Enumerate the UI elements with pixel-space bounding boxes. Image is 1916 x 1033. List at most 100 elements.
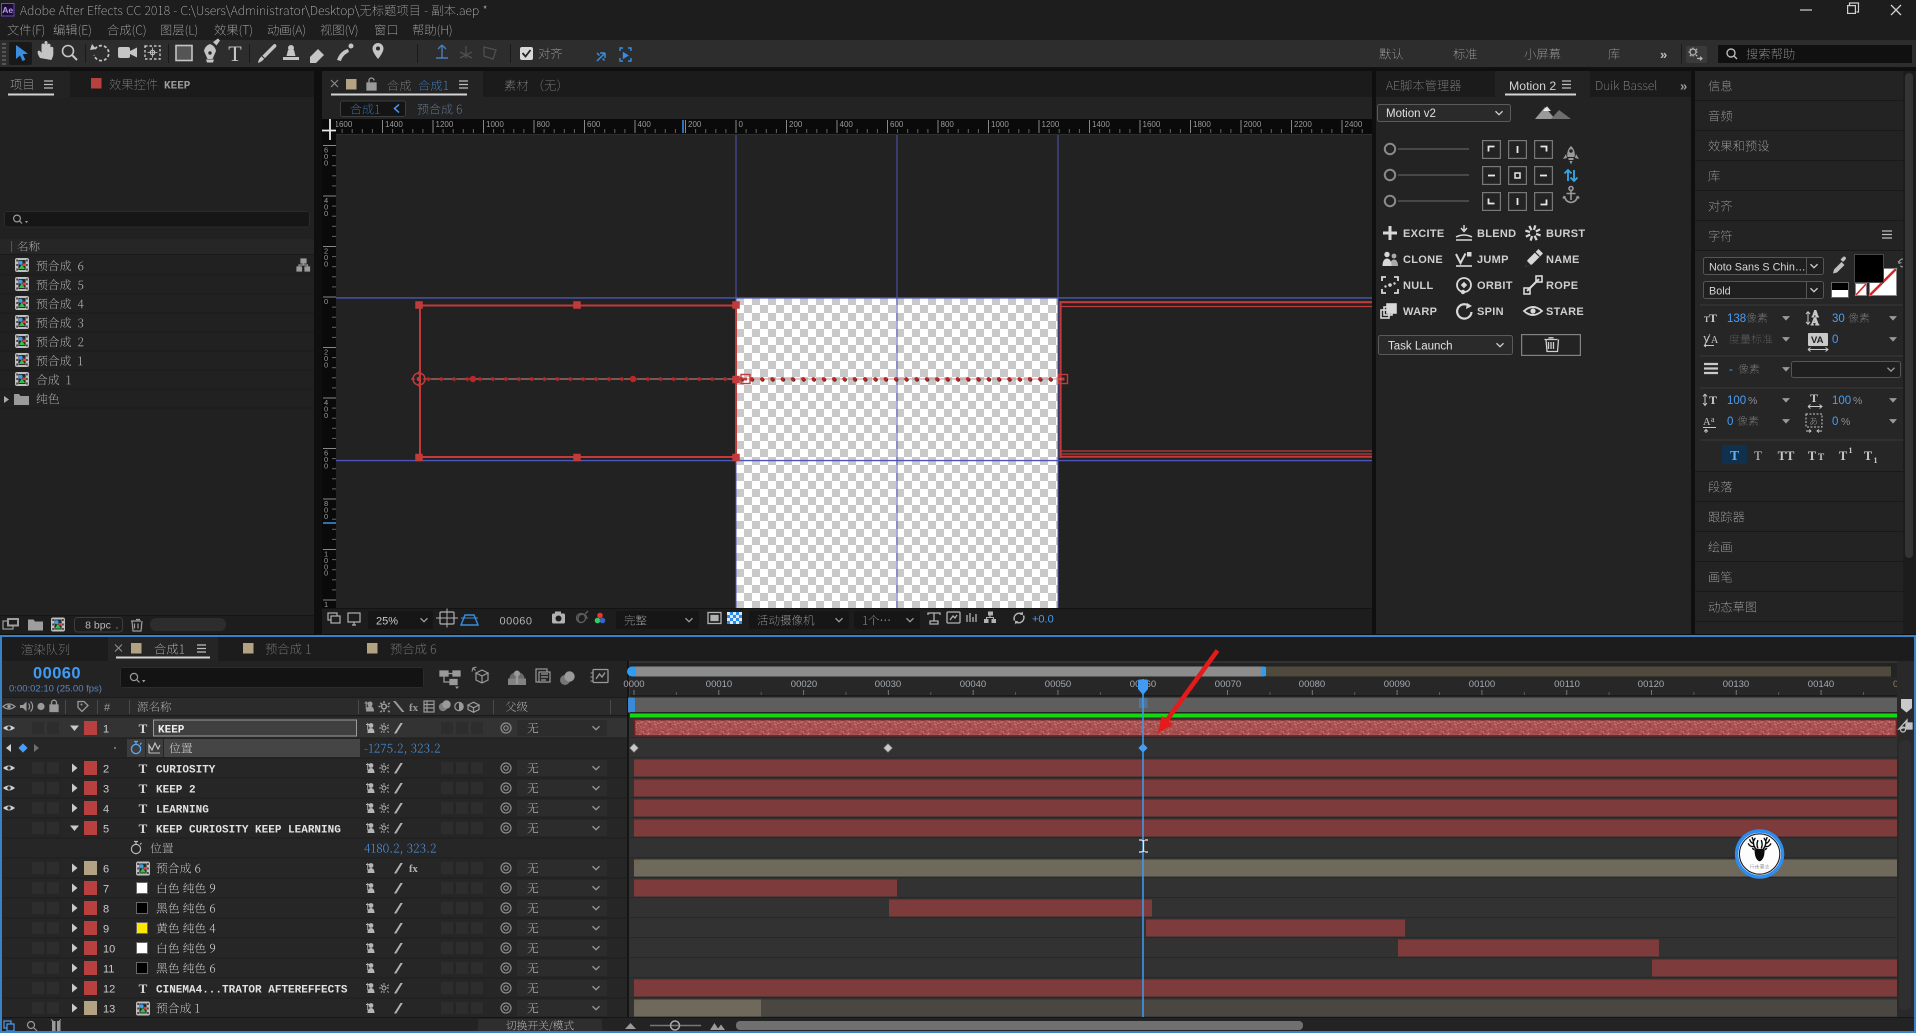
svg-text:9: 9 bbox=[103, 924, 109, 936]
svg-text:JUMP: JUMP bbox=[1477, 254, 1509, 266]
svg-text:CURIOSITY: CURIOSITY bbox=[156, 765, 216, 777]
svg-text:fx: fx bbox=[409, 864, 418, 875]
svg-text:0: 0 bbox=[324, 158, 328, 167]
svg-text:8 bpc: 8 bpc bbox=[85, 620, 111, 632]
svg-text:1: 1 bbox=[1849, 446, 1853, 455]
svg-text:.: . bbox=[116, 620, 119, 632]
svg-text:0: 0 bbox=[324, 461, 328, 470]
svg-text:1400: 1400 bbox=[385, 120, 403, 129]
svg-text:00120: 00120 bbox=[1638, 679, 1664, 690]
svg-text:0: 0 bbox=[1727, 416, 1733, 428]
svg-text:0: 0 bbox=[324, 209, 328, 218]
svg-text:200: 200 bbox=[688, 120, 702, 129]
svg-text:T: T bbox=[228, 41, 242, 66]
svg-text:1200: 1200 bbox=[436, 120, 454, 129]
svg-text:100: 100 bbox=[1832, 395, 1851, 407]
svg-text:CLONE: CLONE bbox=[1403, 254, 1443, 266]
svg-text:00030: 00030 bbox=[875, 679, 901, 690]
svg-text:00100: 00100 bbox=[1469, 679, 1495, 690]
svg-text:Noto Sans S Chin…: Noto Sans S Chin… bbox=[1709, 262, 1806, 274]
svg-text:13: 13 bbox=[103, 1004, 115, 1016]
svg-text:-: - bbox=[1729, 364, 1733, 376]
svg-text:2200: 2200 bbox=[1294, 120, 1312, 129]
svg-text:00080: 00080 bbox=[1299, 679, 1325, 690]
svg-text:T: T bbox=[1810, 391, 1818, 405]
svg-text:%: % bbox=[1853, 395, 1862, 407]
svg-text:Bold: Bold bbox=[1709, 286, 1731, 298]
svg-text:400: 400 bbox=[840, 120, 854, 129]
svg-text:00140: 00140 bbox=[1808, 679, 1834, 690]
svg-text:00130: 00130 bbox=[1723, 679, 1749, 690]
svg-text:00110: 00110 bbox=[1554, 679, 1580, 690]
svg-text:6: 6 bbox=[103, 864, 109, 876]
svg-text:KEEP: KEEP bbox=[158, 725, 185, 737]
svg-text:NULL: NULL bbox=[1403, 280, 1434, 292]
svg-text:CINEMA4...TRATOR AFTEREFFECTS: CINEMA4...TRATOR AFTEREFFECTS bbox=[156, 985, 348, 997]
svg-text:T: T bbox=[1808, 449, 1817, 463]
svg-text:Motion v2: Motion v2 bbox=[1386, 108, 1436, 120]
svg-text:A: A bbox=[1711, 335, 1719, 346]
svg-text:WARP: WARP bbox=[1403, 306, 1437, 318]
svg-text:00090: 00090 bbox=[1384, 679, 1410, 690]
svg-text:1: 1 bbox=[103, 724, 109, 736]
svg-text:0: 0 bbox=[1832, 334, 1838, 346]
svg-text:EXCITE: EXCITE bbox=[1403, 228, 1445, 240]
svg-text:BLEND: BLEND bbox=[1477, 228, 1516, 240]
svg-text:1400: 1400 bbox=[1092, 120, 1110, 129]
svg-text:600: 600 bbox=[890, 120, 904, 129]
svg-text:138: 138 bbox=[1727, 313, 1746, 325]
svg-text:a: a bbox=[1711, 415, 1715, 424]
svg-text:800: 800 bbox=[537, 120, 551, 129]
svg-text:KEEP: KEEP bbox=[164, 81, 191, 93]
svg-text:3: 3 bbox=[103, 784, 109, 796]
svg-text:SPIN: SPIN bbox=[1477, 306, 1504, 318]
svg-text:12: 12 bbox=[103, 984, 115, 996]
svg-text:0: 0 bbox=[1832, 416, 1838, 428]
svg-text:2400: 2400 bbox=[1345, 120, 1363, 129]
svg-text:%: % bbox=[1748, 395, 1757, 407]
svg-text:Motion 2: Motion 2 bbox=[1509, 79, 1556, 93]
svg-text:T: T bbox=[139, 981, 148, 996]
svg-text:800: 800 bbox=[941, 120, 955, 129]
svg-text:+0.0: +0.0 bbox=[1032, 614, 1054, 626]
svg-text:0000: 0000 bbox=[623, 679, 644, 690]
svg-text:T: T bbox=[139, 721, 148, 736]
svg-text:0: 0 bbox=[324, 512, 328, 521]
svg-text:#: # bbox=[104, 702, 111, 714]
svg-text:00020: 00020 bbox=[791, 679, 817, 690]
svg-text:00040: 00040 bbox=[960, 679, 986, 690]
svg-text:30: 30 bbox=[1832, 313, 1845, 325]
svg-text:Task Launch: Task Launch bbox=[1388, 341, 1453, 353]
svg-text:ROPE: ROPE bbox=[1546, 280, 1578, 292]
svg-text:1: 1 bbox=[1874, 456, 1878, 465]
svg-text:T: T bbox=[139, 801, 148, 816]
svg-text:fx: fx bbox=[409, 702, 419, 714]
svg-text:NAME: NAME bbox=[1546, 254, 1580, 266]
svg-text:200: 200 bbox=[789, 120, 803, 129]
svg-text:0: 0 bbox=[324, 259, 328, 268]
svg-text:1600: 1600 bbox=[335, 120, 353, 129]
svg-text:T: T bbox=[1839, 449, 1848, 463]
svg-text:1000: 1000 bbox=[991, 120, 1009, 129]
svg-text:0:00:02:10 (25.00 fps): 0:00:02:10 (25.00 fps) bbox=[9, 684, 102, 695]
svg-text:11: 11 bbox=[103, 964, 114, 976]
svg-text:4: 4 bbox=[103, 804, 109, 816]
svg-text:2: 2 bbox=[103, 764, 109, 776]
svg-text:T: T bbox=[1754, 448, 1762, 463]
svg-text:400: 400 bbox=[638, 120, 652, 129]
svg-text:»: » bbox=[1660, 47, 1667, 62]
svg-text:VA: VA bbox=[1811, 335, 1824, 346]
svg-text:T: T bbox=[139, 821, 148, 836]
svg-text:T: T bbox=[1709, 311, 1717, 325]
svg-text:LEARNING: LEARNING bbox=[156, 805, 209, 817]
svg-text:8: 8 bbox=[103, 904, 109, 916]
svg-text:00050: 00050 bbox=[1045, 679, 1071, 690]
svg-text:T: T bbox=[139, 761, 148, 776]
svg-text:0: 0 bbox=[324, 569, 328, 578]
svg-text:T: T bbox=[1864, 449, 1873, 463]
svg-text:1000: 1000 bbox=[486, 120, 504, 129]
svg-text:A: A bbox=[1703, 417, 1711, 428]
svg-text:T: T bbox=[1818, 453, 1825, 463]
svg-text:ORBIT: ORBIT bbox=[1477, 280, 1513, 292]
svg-text:0: 0 bbox=[739, 120, 744, 129]
